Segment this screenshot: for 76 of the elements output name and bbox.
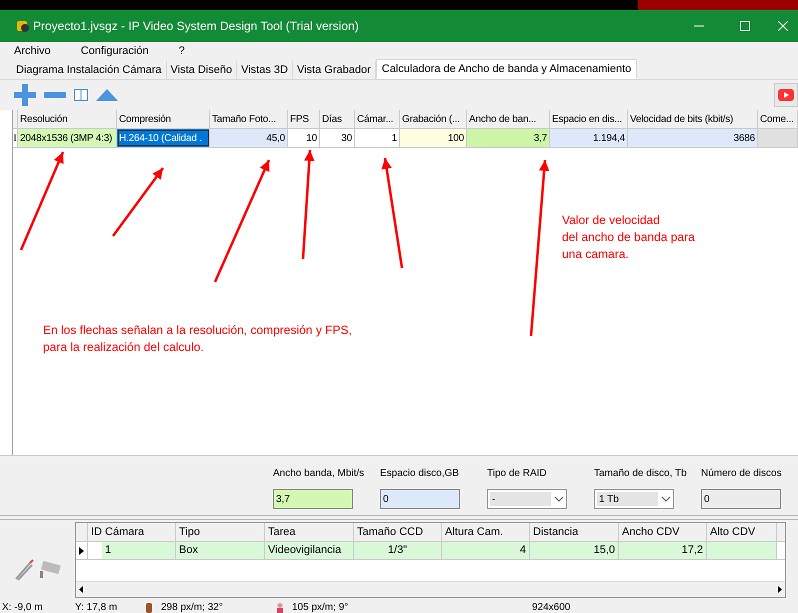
table-cell: 45,0 [210,129,288,147]
table-cell: 4 [442,542,530,559]
input-field[interactable]: 3,7 [273,489,353,509]
menu-item[interactable]: Configuración [80,42,149,60]
input-field[interactable]: 0 [380,489,460,509]
table-cell: Box [176,542,265,559]
table-cell: 17,2 [619,542,707,559]
table-cell: 2048x1536 (3MP 4:3) [18,129,117,147]
window-title: Proyecto1.jvsgz - IP Video System Design Tool (Trial version) [33,18,359,35]
close-icon [778,21,788,31]
input-field[interactable]: 0 [701,489,781,509]
scroll-left-icon[interactable] [79,586,83,593]
table-cell: 3,7 [467,129,550,147]
status-text: 298 px/m; 32° [161,603,224,613]
scroll-right-icon[interactable] [778,586,782,593]
play-icon [778,89,794,101]
column-header[interactable]: Tarea [265,523,354,541]
tab[interactable]: Vistas 3D [237,61,293,79]
table-cell: 3686 [628,129,758,147]
status-text: 105 px/m; 9° [292,603,350,613]
columns-icon[interactable] [74,89,88,101]
status-text: X: -9,0 m [1,603,44,613]
tab[interactable]: Diagrama Instalación Cámara [12,61,167,79]
add-icon[interactable] [14,84,36,106]
column-header[interactable]: Tamaño Foto... [210,110,288,128]
field-label: Tipo de RAID [487,467,548,481]
cable-icon [14,559,34,581]
column-header[interactable]: Espacio en dis... [550,110,628,128]
table-cell: Videovigilancia [265,542,354,559]
field-label: Número de discos [701,467,783,481]
column-header[interactable]: Velocidad de bits (kbit/s) [628,110,758,128]
row-pointer-icon [79,546,84,554]
minimize-icon [694,25,704,27]
column-header[interactable]: Ancho de ban... [467,110,550,128]
field-label: Espacio disco,GB [380,467,460,481]
table-cell: 1 [102,542,176,559]
app-icon [16,19,30,33]
camera-icon [38,561,62,579]
person-icon [276,603,284,613]
table-cell: 15,0 [530,542,619,559]
chevron-down-icon [554,496,564,502]
column-header[interactable]: Días [320,110,355,128]
status-text: Y: 17,8 m [75,603,118,613]
dropdown[interactable]: 1 Tb [594,489,674,509]
field-label: Ancho banda, Mbit/s [273,467,366,481]
video-button[interactable] [774,83,798,107]
table-cell: 1/3" [354,542,442,559]
triangle-up-icon[interactable] [96,89,118,101]
tab[interactable]: Calculadora de Ancho de banda y Almacenamiento [376,59,638,79]
column-header[interactable]: Cámar... [355,110,400,128]
column-header[interactable]: Altura Cam. [442,523,530,541]
column-header[interactable]: Tamaño CCD [354,523,442,541]
column-header[interactable]: Compresión [117,110,210,128]
column-header[interactable]: Come... [758,110,798,128]
arrow [112,167,164,237]
dropdown[interactable]: - [487,489,567,509]
column-header[interactable]: FPS [288,110,320,128]
table-cell: 1.194,4 [550,129,628,147]
annotation-text: En los flechas señalan a la resolución, compresión y FPS, para la realización del calculo. [43,322,352,356]
column-header[interactable]: Resolución [18,110,117,128]
tab[interactable]: Vista Diseño [166,61,238,79]
column-header[interactable]: Tipo [176,523,265,541]
maximize-icon [740,21,750,31]
column-header[interactable]: ID Cámara [88,523,176,541]
menu-item[interactable]: ? [178,42,185,60]
column-header[interactable]: Distancia [530,523,619,541]
column-header[interactable]: Alto CDV [707,523,777,541]
field-label: Tamaño de disco, Tb [594,467,688,481]
menu-item[interactable]: Archivo [14,42,51,60]
status-text: 924x600 [532,603,570,613]
chevron-down-icon [661,496,671,502]
annotation-text: Valor de velocidad del ancho de banda para una camara. [562,212,695,263]
table-cell: H.264-10 (Calidad . [117,129,210,147]
column-header[interactable]: Ancho CDV [619,523,707,541]
column-header[interactable]: Grabación (... [400,110,467,128]
table-cell: 100 [400,129,467,147]
